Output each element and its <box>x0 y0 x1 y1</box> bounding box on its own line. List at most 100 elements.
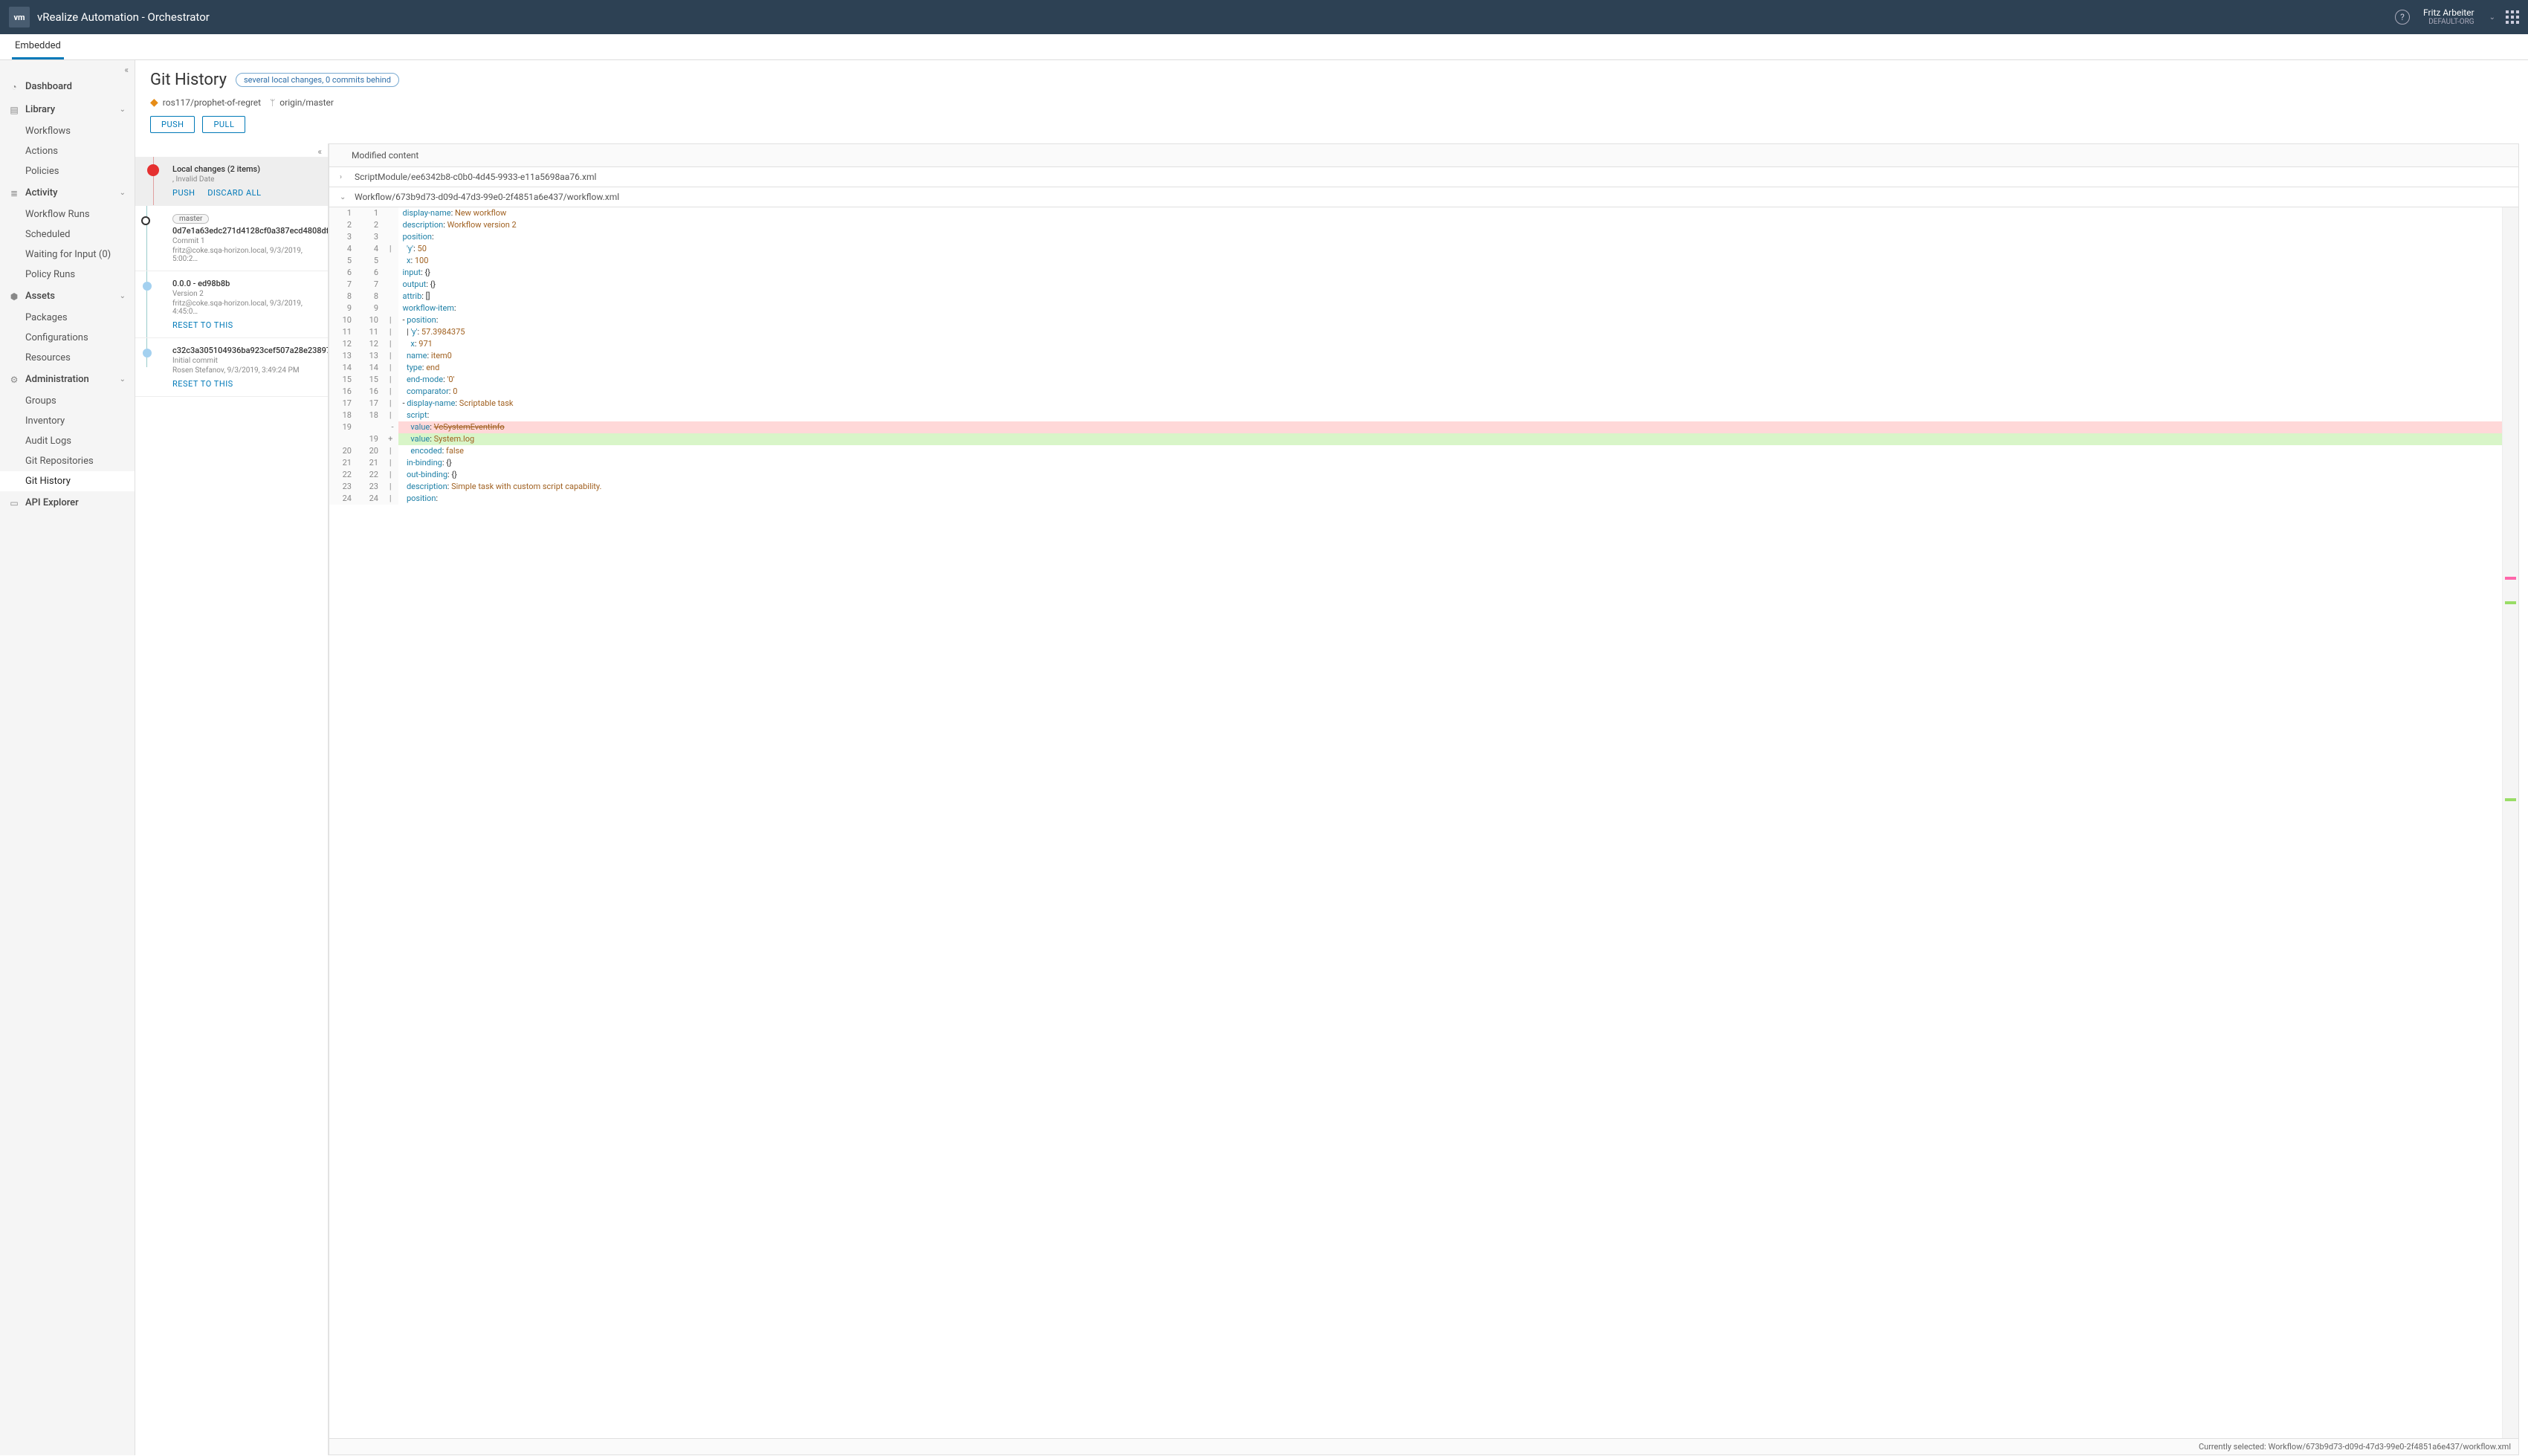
sidebar-item-policy-runs[interactable]: Policy Runs <box>0 265 135 285</box>
commit-item[interactable]: master 0d7e1a63edc271d4128cf0a387ecd4808… <box>135 206 328 271</box>
commit-title: 0d7e1a63edc271d4128cf0a387ecd4808df00… <box>172 226 320 236</box>
vm-logo: vm <box>9 7 30 27</box>
file-name: Workflow/673b9d73-d09d-47d3-99e0-2f4851a… <box>355 192 619 202</box>
diff-line: 77 output: {} <box>329 279 2518 291</box>
chevron-down-icon: ⌄ <box>120 375 126 384</box>
diff-line: 2020| encoded: false <box>329 445 2518 457</box>
chevron-down-icon: ⌄ <box>120 106 126 114</box>
diff-line: 2222| out-binding: {} <box>329 469 2518 481</box>
sidebar-item-activity[interactable]: ≣ Activity ⌄ <box>0 181 135 204</box>
reset-link[interactable]: RESET TO THIS <box>172 379 233 389</box>
chevron-down-icon: ⌄ <box>120 189 126 197</box>
sidebar-item-waiting[interactable]: Waiting for Input (0) <box>0 245 135 265</box>
diff-line: 33 position: <box>329 231 2518 243</box>
chevron-down-icon[interactable]: ⌄ <box>2489 13 2495 22</box>
help-icon[interactable]: ? <box>2395 10 2410 25</box>
commit-meta: fritz@coke.sqa-horizon.local, 9/3/2019, … <box>172 300 320 316</box>
sidebar-item-dashboard[interactable]: ◔ Dashboard <box>0 75 135 98</box>
sidebar-item-configurations[interactable]: Configurations <box>0 328 135 348</box>
user-name: Fritz Arbeiter <box>2423 7 2474 18</box>
diff-line: 1515| end-mode: '0' <box>329 374 2518 386</box>
sidebar-item-audit-logs[interactable]: Audit Logs <box>0 431 135 451</box>
reset-link[interactable]: RESET TO THIS <box>172 320 233 330</box>
sidebar-item-packages[interactable]: Packages <box>0 308 135 328</box>
sidebar-item-assets[interactable]: ⬢ Assets ⌄ <box>0 285 135 308</box>
diff-line: 1616| comparator: 0 <box>329 386 2518 398</box>
diff-minimap[interactable] <box>2502 207 2518 1438</box>
commit-item-local[interactable]: Local changes (2 items) , Invalid Date P… <box>135 157 328 206</box>
sidebar: « ◔ Dashboard ▤ Library ⌄ Workflows Acti… <box>0 60 135 1455</box>
sidebar-item-administration[interactable]: ⚙ Administration ⌄ <box>0 368 135 391</box>
sidebar-item-git-history[interactable]: Git History <box>0 471 135 491</box>
commit-dot-icon <box>141 216 150 225</box>
diff-line: 1818| script: <box>329 410 2518 421</box>
commit-push-link[interactable]: PUSH <box>172 188 195 198</box>
diff-line: 1212| x: 971 <box>329 338 2518 350</box>
sidebar-item-actions[interactable]: Actions <box>0 141 135 161</box>
page-title: Git History <box>150 71 227 89</box>
commit-meta: Rosen Stefanov, 9/3/2019, 3:49:24 PM <box>172 366 320 375</box>
diff-line: 2424| position: <box>329 493 2518 505</box>
user-org: DEFAULT-ORG <box>2423 18 2474 27</box>
file-name: ScriptModule/ee6342b8-c0b0-4d45-9933-e11… <box>355 172 596 182</box>
sidebar-item-git-repositories[interactable]: Git Repositories <box>0 451 135 471</box>
tab-strip: Embedded <box>0 34 2528 60</box>
sidebar-item-api-explorer[interactable]: ▭ API Explorer <box>0 491 135 514</box>
diff-line: 2323| description: Simple task with cust… <box>329 481 2518 493</box>
activity-icon: ≣ <box>9 188 19 198</box>
commit-dot-icon <box>143 349 152 357</box>
app-title: vRealize Automation - Orchestrator <box>37 10 210 24</box>
file-row-scriptmodule[interactable]: › ScriptModule/ee6342b8-c0b0-4d45-9933-e… <box>329 167 2518 187</box>
footer-value: Workflow/673b9d73-d09d-47d3-99e0-2f4851a… <box>2269 1442 2512 1452</box>
sidebar-item-policies[interactable]: Policies <box>0 161 135 181</box>
diff-panel: Modified content › ScriptModule/ee6342b8… <box>329 143 2519 1455</box>
commit-item[interactable]: c32c3a305104936ba923cef507a28e23897fd… I… <box>135 338 328 397</box>
diff-line: 1717|- display-name: Scriptable task <box>329 398 2518 410</box>
admin-icon: ⚙ <box>9 375 19 385</box>
tab-embedded[interactable]: Embedded <box>12 34 64 59</box>
diff-header: Modified content <box>329 144 2518 167</box>
sidebar-item-workflows[interactable]: Workflows <box>0 121 135 141</box>
sidebar-item-scheduled[interactable]: Scheduled <box>0 224 135 245</box>
status-pill: several local changes, 0 commits behind <box>236 73 399 87</box>
sidebar-item-inventory[interactable]: Inventory <box>0 411 135 431</box>
file-row-workflow[interactable]: ⌄ Workflow/673b9d73-d09d-47d3-99e0-2f485… <box>329 187 2518 207</box>
diff-line: 88 attrib: [] <box>329 291 2518 302</box>
api-icon: ▭ <box>9 498 19 508</box>
commit-collapse-icon[interactable]: « <box>317 146 322 157</box>
sidebar-label: API Explorer <box>25 497 79 508</box>
push-button[interactable]: PUSH <box>150 116 195 133</box>
sidebar-item-library[interactable]: ▤ Library ⌄ <box>0 98 135 121</box>
chevron-right-icon: › <box>340 173 350 181</box>
commit-title: c32c3a305104936ba923cef507a28e23897fd… <box>172 346 320 355</box>
commit-item[interactable]: 0.0.0 - ed98b8b Version 2 fritz@coke.sqa… <box>135 271 328 338</box>
commit-meta: fritz@coke.sqa-horizon.local, 9/3/2019, … <box>172 247 320 263</box>
sidebar-label: Library <box>25 104 55 115</box>
diff-line: 19+ value: System.log <box>329 433 2518 445</box>
diff-line: 1414| type: end <box>329 362 2518 374</box>
commit-dot-icon <box>143 282 152 291</box>
diff-line: 1313| name: item0 <box>329 350 2518 362</box>
pull-button[interactable]: PULL <box>202 116 245 133</box>
content: Git History several local changes, 0 com… <box>135 60 2528 1455</box>
diff-body[interactable]: 11 display-name: New workflow22 descript… <box>329 207 2518 1438</box>
sidebar-label: Administration <box>25 374 89 385</box>
diff-line: 1010|- position: <box>329 314 2518 326</box>
chevron-down-icon: ⌄ <box>340 193 350 201</box>
repo-name: ros117/prophet-of-regret <box>163 97 261 108</box>
sidebar-item-groups[interactable]: Groups <box>0 391 135 411</box>
sidebar-item-resources[interactable]: Resources <box>0 348 135 368</box>
user-menu[interactable]: Fritz Arbeiter DEFAULT-ORG <box>2423 7 2474 27</box>
sidebar-collapse-icon[interactable]: « <box>124 65 129 75</box>
commit-discard-link[interactable]: DISCARD ALL <box>207 188 261 198</box>
diff-line: 55 x: 100 <box>329 255 2518 267</box>
footer-label: Currently selected: <box>2199 1442 2266 1452</box>
branch-tag: master <box>172 214 209 224</box>
commit-title: Local changes (2 items) <box>172 164 320 174</box>
repo-icon: ◆ <box>150 97 158 109</box>
sidebar-item-workflow-runs[interactable]: Workflow Runs <box>0 204 135 224</box>
diff-line: 99 workflow-item: <box>329 302 2518 314</box>
apps-grid-icon[interactable] <box>2506 10 2519 24</box>
assets-icon: ⬢ <box>9 291 19 302</box>
library-icon: ▤ <box>9 105 19 115</box>
